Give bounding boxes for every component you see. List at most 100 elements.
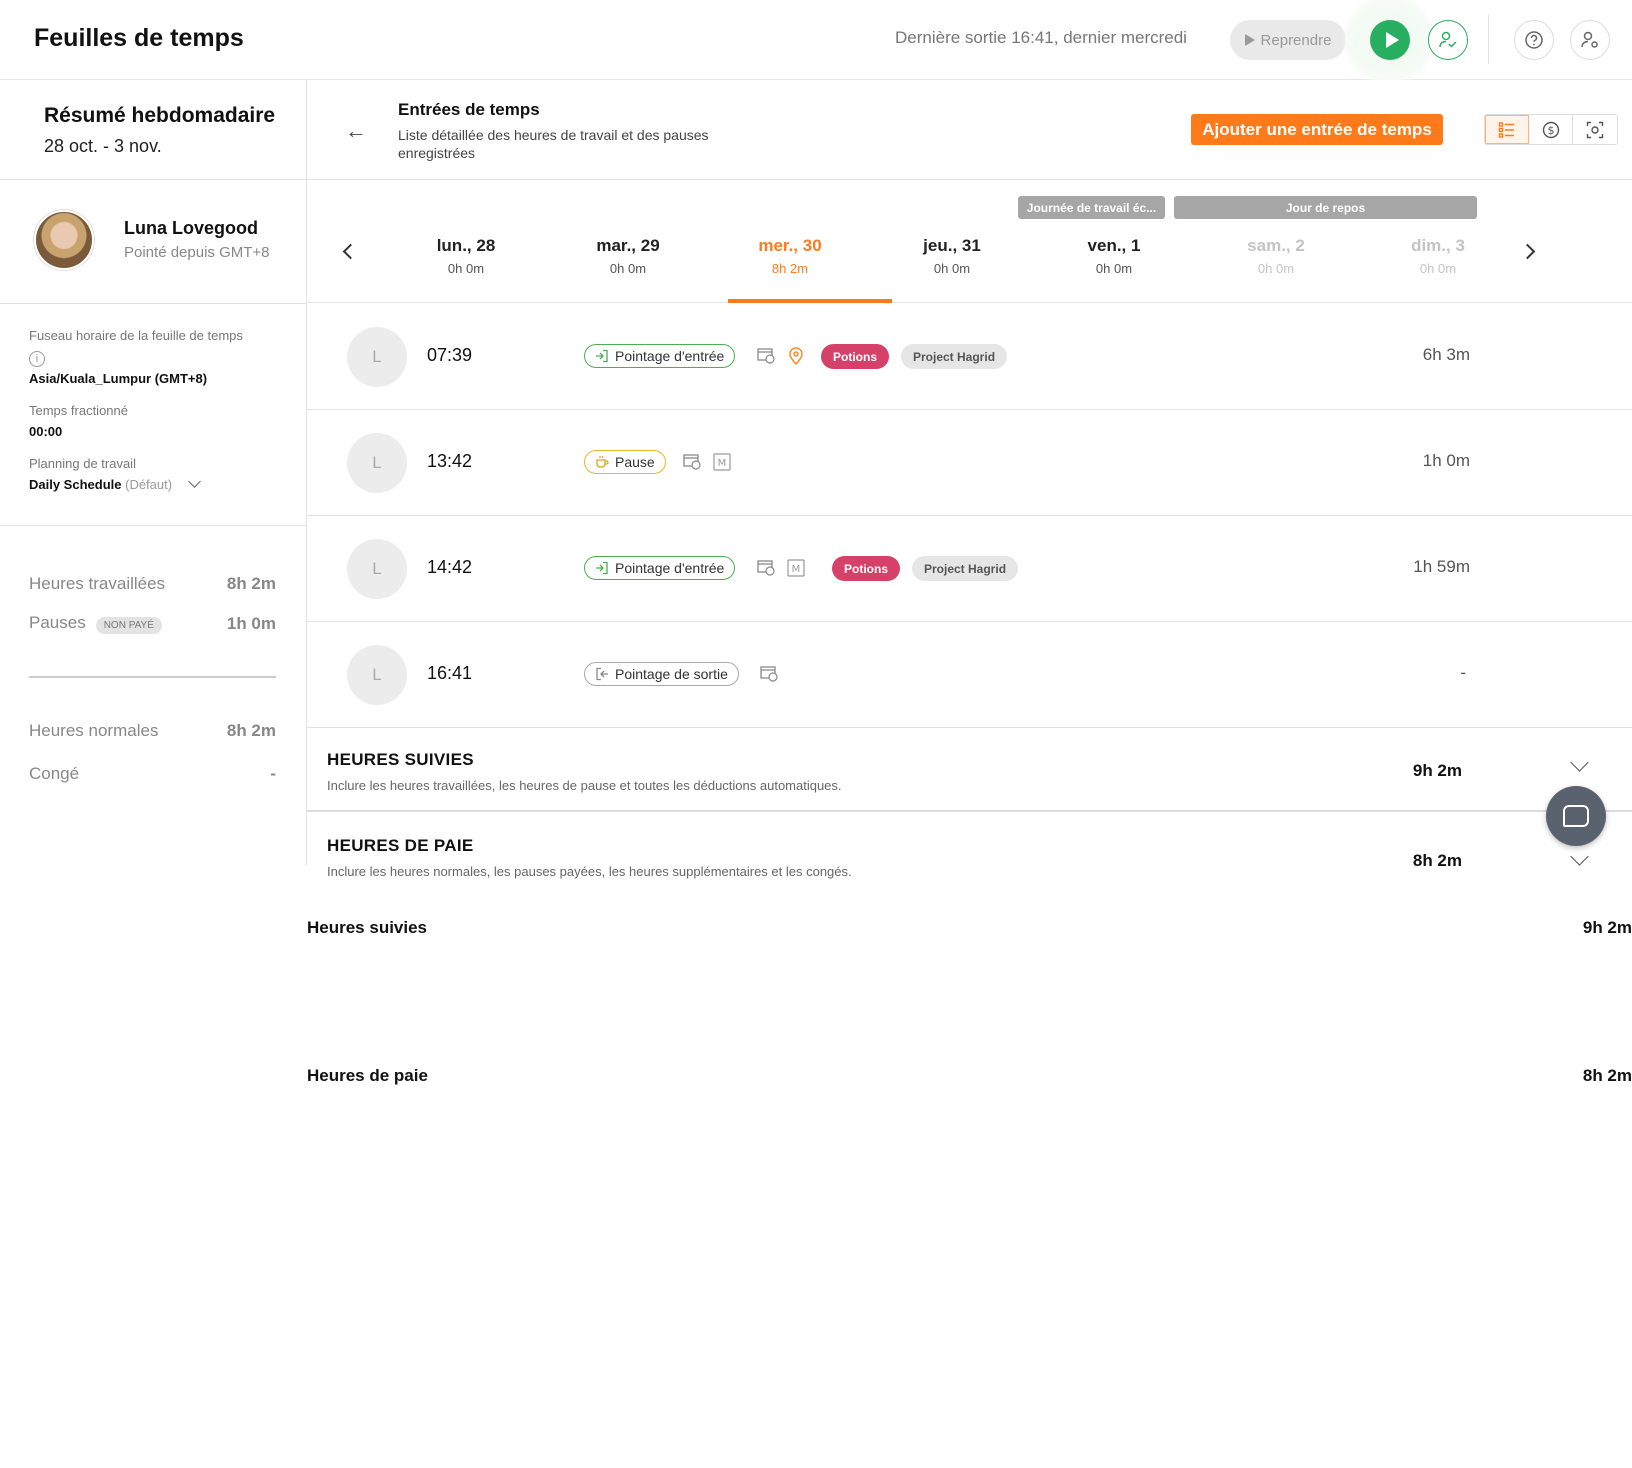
- day-name: dim., 3: [1411, 236, 1465, 255]
- schedule-label: Planning de travail: [29, 456, 136, 471]
- worked-hours-row: Heures travaillées 8h 2m: [29, 574, 276, 594]
- weekly-summary-sidebar: Résumé hebdomadaire 28 oct. - 3 nov. Lun…: [0, 80, 1632, 1085]
- day-mon[interactable]: lun., 28 0h 0m: [386, 236, 546, 276]
- project-tag: Project Hagrid: [912, 556, 1019, 581]
- section-title: Entrées de temps: [398, 100, 540, 119]
- entry-duration: 1h 0m: [1422, 451, 1470, 470]
- timesheet-settings: Fuseau horaire de la feuille de temps i …: [0, 304, 306, 526]
- leave-row: Congé -: [29, 764, 276, 784]
- tracked-hours-summary[interactable]: HEURES SUIVIES Inclure les heures travai…: [307, 728, 1632, 812]
- time-entry-row[interactable]: L 16:41 Pointage de sortie -: [307, 622, 1632, 728]
- day-name: mar., 29: [596, 236, 660, 255]
- resume-label: Reprendre: [1260, 31, 1332, 49]
- info-icon[interactable]: i: [29, 351, 45, 367]
- payroll-hours-summary[interactable]: HEURES DE PAIE Inclure les heures normal…: [307, 814, 1632, 894]
- day-thu[interactable]: jeu., 31 0h 0m: [872, 236, 1032, 276]
- regular-hours-row: Heures normales 8h 2m: [29, 721, 276, 741]
- day-name: ven., 1: [1087, 236, 1141, 255]
- last-clock-out-text: Dernière sortie 16:41, dernier mercredi: [895, 28, 1187, 47]
- chevron-down-icon[interactable]: [1570, 753, 1589, 772]
- regular-hours-value: 8h 2m: [226, 721, 276, 740]
- add-time-entry-button[interactable]: Ajouter une entrée de temps: [1191, 114, 1443, 145]
- clock-in-pill: Pointage d'entrée: [584, 344, 736, 368]
- time-entry-row[interactable]: L 14:42 Pointage d'entrée M Potions Proj…: [307, 516, 1632, 622]
- payroll-hours-value: 8h 2m: [1582, 1065, 1632, 1085]
- day-sun[interactable]: dim., 3 0h 0m: [1358, 236, 1518, 276]
- clock-in-icon: [596, 561, 608, 575]
- entry-avatar: L: [347, 327, 407, 387]
- sidebar-divider: [29, 676, 276, 678]
- help-button[interactable]: [1514, 20, 1554, 60]
- user-check-button[interactable]: [1428, 20, 1468, 60]
- day-wed[interactable]: mer., 30 8h 2m: [710, 236, 870, 276]
- pay-summary-desc: Inclure les heures normales, les pauses …: [327, 864, 852, 879]
- day-name: jeu., 31: [923, 236, 981, 255]
- entry-avatar: L: [347, 539, 407, 599]
- leave-label: Congé: [29, 764, 80, 783]
- entry-duration: -: [1460, 663, 1466, 682]
- timezone-label: Fuseau horaire de la feuille de temps: [29, 328, 243, 343]
- clock-in-play-button[interactable]: [1370, 20, 1410, 60]
- workday-badge: Journée de travail éc...: [1018, 196, 1165, 219]
- user-check-icon: [1439, 31, 1457, 48]
- clock-out-pill: Pointage de sortie: [584, 662, 739, 686]
- back-arrow-icon[interactable]: ←: [345, 118, 367, 144]
- capture-view-button[interactable]: [1573, 115, 1617, 144]
- user-name: Luna Lovegood: [124, 218, 258, 238]
- entry-type-label: Pause: [615, 454, 655, 470]
- section-header: ← Entrées de temps Liste détaillée des h…: [307, 80, 1632, 180]
- activity-tag: Potions: [832, 556, 900, 581]
- svg-text:M: M: [792, 564, 801, 575]
- time-entry-row[interactable]: L 07:39 Pointage d'entrée Potions Projec…: [307, 304, 1632, 410]
- settings-button[interactable]: [1570, 20, 1610, 60]
- view-toggle-group: $: [1484, 114, 1618, 145]
- worked-hours-label: Heures travaillées: [29, 574, 166, 593]
- leave-value: -: [270, 764, 276, 783]
- entry-type-label: Pointage d'entrée: [615, 348, 725, 364]
- project-tag: Project Hagrid: [901, 344, 1008, 369]
- day-tue[interactable]: mar., 29 0h 0m: [548, 236, 708, 276]
- entry-duration: 6h 3m: [1422, 345, 1470, 364]
- week-range: 28 oct. - 3 nov.: [44, 136, 162, 156]
- web-device-icon: [756, 346, 776, 366]
- break-pill: Pause: [584, 450, 666, 474]
- resume-button[interactable]: Reprendre: [1230, 20, 1346, 60]
- entry-type-label: Pointage d'entrée: [615, 560, 725, 576]
- list-icon: [1498, 121, 1514, 138]
- dollar-icon: $: [1542, 121, 1559, 138]
- week-summary-title: Résumé hebdomadaire: [44, 104, 276, 127]
- chevron-down-icon[interactable]: [1570, 847, 1589, 866]
- web-device-icon: [759, 664, 779, 684]
- location-pin-icon[interactable]: [786, 346, 806, 366]
- schedule-value: Daily Schedule: [29, 477, 122, 492]
- worked-hours-value: 8h 2m: [226, 574, 276, 593]
- manual-entry-icon: M: [786, 558, 806, 578]
- payroll-hours-label: Heures de paie: [307, 1065, 428, 1085]
- chat-support-button[interactable]: [1546, 786, 1606, 846]
- web-device-icon: [682, 452, 702, 472]
- schedule-select[interactable]: Daily Schedule (Défaut): [29, 475, 306, 492]
- chat-icon: [1563, 805, 1589, 827]
- day-fri[interactable]: ven., 1 0h 0m: [1034, 236, 1194, 276]
- list-view-button[interactable]: [1485, 115, 1529, 144]
- time-entry-row[interactable]: L 13:42 Pause M 1h 0m: [307, 410, 1632, 516]
- user-settings-icon: [1581, 31, 1598, 48]
- day-sat[interactable]: sam., 2 0h 0m: [1196, 236, 1356, 276]
- entry-duration: 1h 59m: [1413, 557, 1470, 576]
- day-hours: 0h 0m: [609, 261, 647, 276]
- prev-week-arrow-icon[interactable]: [342, 243, 359, 260]
- clock-in-pill: Pointage d'entrée: [584, 556, 736, 580]
- svg-text:M: M: [718, 458, 727, 469]
- time-entries-panel: ← Entrées de temps Liste détaillée des h…: [307, 80, 1632, 894]
- next-week-arrow-icon[interactable]: [1519, 243, 1536, 260]
- entry-time: 13:42: [427, 451, 473, 471]
- day-name: lun., 28: [436, 236, 496, 255]
- regular-hours-label: Heures normales: [29, 721, 159, 740]
- breaks-label: Pauses: [29, 613, 86, 632]
- web-device-icon: [756, 558, 776, 578]
- tracked-summary-value: 9h 2m: [1412, 761, 1462, 780]
- split-time-value: 00:00: [29, 424, 63, 439]
- breaks-row: Pauses NON PAYÉ 1h 0m: [29, 613, 276, 634]
- pay-view-button[interactable]: $: [1529, 115, 1573, 144]
- day-hours: 0h 0m: [1257, 261, 1295, 276]
